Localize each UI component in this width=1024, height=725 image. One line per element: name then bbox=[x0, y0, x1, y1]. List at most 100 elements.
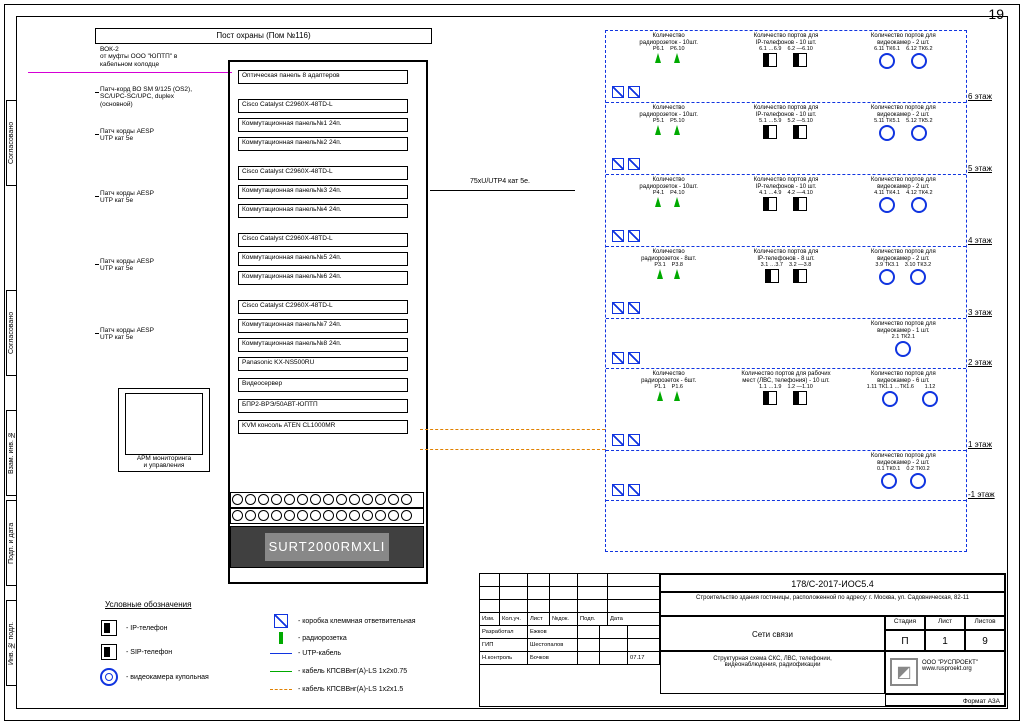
cam-icon bbox=[911, 197, 927, 213]
legend-entry: - IP-телефон bbox=[98, 620, 168, 636]
junction-box-icon bbox=[612, 158, 624, 170]
trunk-label: 75xU/UTP4 кат 5е. bbox=[470, 178, 530, 185]
rack-unit: Оптическая панель 8 адаптеров bbox=[238, 70, 408, 84]
format-label: Формат А3А bbox=[885, 694, 1005, 706]
page-number: 19 bbox=[988, 6, 1004, 22]
floors-diagram: Количество радиорозеток - 10шт.Р6.1Р6.10… bbox=[605, 30, 967, 552]
ant-icon bbox=[655, 197, 661, 207]
floor-tag: 6 этаж bbox=[968, 92, 1024, 101]
junction-box-icon bbox=[628, 302, 640, 314]
sheet-value: 1 bbox=[925, 630, 965, 651]
ups-label: SURT2000RMXLI bbox=[269, 539, 386, 554]
stage-header: Стадия bbox=[885, 616, 925, 630]
floor-row: Количество радиорозеток - 10шт.Р6.1Р6.10… bbox=[606, 31, 966, 103]
phone-icon bbox=[763, 125, 777, 139]
rack-unit: Cisco Catalyst C2960X-48TD-L bbox=[238, 166, 408, 180]
floor-row: Количество портов для видеокамер - 1 шт.… bbox=[606, 319, 966, 369]
pdu-row-2 bbox=[230, 508, 424, 524]
legend-entry: - видеокамера купольная bbox=[98, 668, 209, 686]
lead-vok2: ВОК-2 от муфты ООО "ЮПТП" в кабельном ко… bbox=[100, 46, 177, 68]
junction-box-icon bbox=[612, 230, 624, 242]
pdu-row-1 bbox=[230, 492, 424, 508]
cam-icon bbox=[879, 125, 895, 141]
patch-cord-label: Патч корды AESP UTP кат 5е bbox=[100, 327, 154, 342]
floor-row: Количество радиорозеток - 6шт.Р1.1Р1.6Ко… bbox=[606, 369, 966, 451]
legend-entry: - кабель КПСВВнг(А)-LS 1х2х1.5 bbox=[270, 686, 403, 693]
rack-unit: Видеосервер bbox=[238, 378, 408, 392]
cam-icon bbox=[100, 668, 118, 686]
rack-unit: Коммутационная панель№6 24п. bbox=[238, 271, 408, 285]
phone-icon bbox=[765, 269, 779, 283]
phone-icon bbox=[793, 391, 807, 405]
legend-swatch bbox=[279, 632, 283, 644]
rack-unit: Cisco Catalyst C2960X-48TD-L bbox=[238, 233, 408, 247]
rack-unit: Коммутационная панель№3 24п. bbox=[238, 185, 408, 199]
junction-box-icon bbox=[628, 484, 640, 496]
ant-icon bbox=[674, 197, 680, 207]
ant-icon bbox=[655, 125, 661, 135]
legend-entry: - кабель КПСВВнг(А)-LS 1х2х0.75 bbox=[270, 668, 407, 675]
title-block: Изм.Кол.уч.Лист№док.Подп.Дата Разработал… bbox=[479, 573, 1006, 707]
floor-tag: 3 этаж bbox=[968, 308, 1024, 317]
legend-title: Условные обозначения bbox=[105, 600, 191, 609]
legend-entry: - SIP-телефон bbox=[98, 644, 172, 660]
sheets-value: 9 bbox=[965, 630, 1005, 651]
cam-icon bbox=[922, 391, 938, 407]
side-tab: Подп. и дата bbox=[6, 500, 17, 586]
phone-icon bbox=[763, 197, 777, 211]
ant-icon bbox=[674, 269, 680, 279]
side-tab: Согласовано bbox=[6, 100, 17, 186]
phone-icon bbox=[793, 53, 807, 67]
rack-title-text: Пост охраны (Пом №116) bbox=[216, 31, 310, 40]
ant-icon bbox=[655, 53, 661, 63]
monitor-screen bbox=[125, 393, 203, 455]
ant-icon bbox=[674, 125, 680, 135]
rack-unit: Коммутационная панель№5 24п. bbox=[238, 252, 408, 266]
trunk-line bbox=[430, 190, 575, 191]
legend-swatch bbox=[274, 614, 288, 628]
junction-box-icon bbox=[612, 86, 624, 98]
ant-icon bbox=[674, 53, 680, 63]
org-logo-icon: ◩ bbox=[890, 658, 918, 686]
junction-box-icon bbox=[612, 484, 624, 496]
phone-icon bbox=[793, 269, 807, 283]
cam-icon bbox=[882, 391, 898, 407]
rack-unit: Panasonic KX-NS500RU bbox=[238, 357, 408, 371]
junction-box-icon bbox=[612, 302, 624, 314]
ant-icon bbox=[674, 391, 680, 401]
floor-row: Количество радиорозеток - 10шт.Р4.1Р4.10… bbox=[606, 175, 966, 247]
revision-grid: Изм.Кол.уч.Лист№док.Подп.Дата Разработал… bbox=[480, 574, 660, 706]
junction-box-icon bbox=[628, 352, 640, 364]
cam-icon bbox=[895, 341, 911, 357]
sheet-title: Структурная схема СКС, ЛВС, телефонии, в… bbox=[660, 651, 885, 694]
rack-unit: Cisco Catalyst C2960X-48TD-L bbox=[238, 300, 408, 314]
floor-tag: -1 этаж bbox=[968, 490, 1024, 499]
legend-entry: - радиорозетка bbox=[270, 632, 347, 644]
cam-icon bbox=[910, 473, 926, 489]
sheets-header: Листов bbox=[965, 616, 1005, 630]
rack-unit: Cisco Catalyst C2960X-48TD-L bbox=[238, 99, 408, 113]
ipphone-icon bbox=[101, 620, 117, 636]
rack-unit: Коммутационная панель№2 24п. bbox=[238, 137, 408, 151]
doc-number: 178/С-2017-ИОС5.4 bbox=[660, 574, 1005, 592]
floor-tag: 4 этаж bbox=[968, 236, 1024, 245]
orange-run-2 bbox=[420, 449, 605, 450]
legend-swatch bbox=[270, 653, 292, 654]
junction-box-icon bbox=[628, 230, 640, 242]
patch-cord-label: Патч-корд ВО SM 9/125 (OS2), SC/UPC-SC/U… bbox=[100, 86, 192, 108]
cam-icon bbox=[879, 53, 895, 69]
system-name: Сети связи bbox=[660, 616, 885, 651]
orange-run-1 bbox=[420, 429, 605, 430]
floor-row: Количество радиорозеток - 8шт.Р3.1Р3.8Ко… bbox=[606, 247, 966, 319]
monitor-caption: АРМ мониторинга и управления bbox=[119, 455, 209, 469]
arm-monitor: АРМ мониторинга и управления bbox=[118, 388, 210, 472]
org-name: ООО "РУСПРОЕКТ" www.rusproekt.org bbox=[922, 660, 1000, 672]
cam-icon bbox=[881, 473, 897, 489]
ups-unit: SURT2000RMXLI bbox=[230, 526, 424, 568]
ant-icon bbox=[657, 391, 663, 401]
ant-icon bbox=[657, 269, 663, 279]
patch-cord-label: Патч корды AESP UTP кат 5е bbox=[100, 128, 154, 143]
junction-box-icon bbox=[612, 434, 624, 446]
cam-icon bbox=[911, 125, 927, 141]
patch-cord-label: Патч корды AESP UTP кат 5е bbox=[100, 190, 154, 205]
